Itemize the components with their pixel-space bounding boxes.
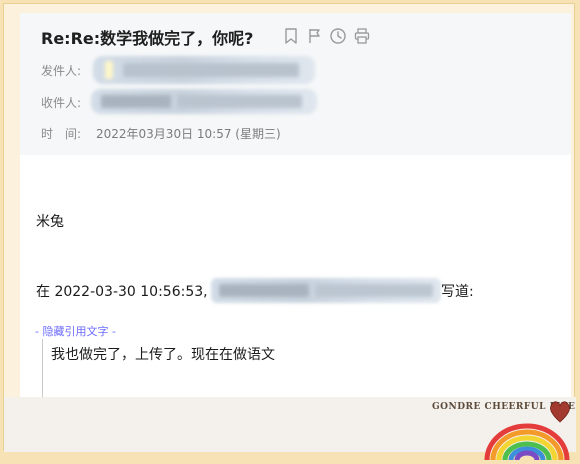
window-frame: Re:Re:数学我做完了，你呢? 发件人: 收件人: 时 间: 2022年03月… <box>3 3 576 461</box>
email-date: 2022年03月30日 10:57 (星期三) <box>96 127 281 141</box>
flag-icon[interactable] <box>306 27 324 45</box>
greeting-text: 米兔 <box>36 214 64 230</box>
email-header: Re:Re:数学我做完了，你呢? 发件人: 收件人: 时 间: 2022年03月… <box>20 13 571 155</box>
quote-divider <box>42 339 43 399</box>
quoted-text: 我也做完了，上传了。现在在做语文 <box>51 347 275 363</box>
email-subject: Re:Re:数学我做完了，你呢? <box>41 29 254 48</box>
quote-intro-suffix: 写道: <box>441 284 474 300</box>
hide-quote-link[interactable]: - 隐藏引用文字 - <box>35 323 116 339</box>
heart-icon <box>548 398 572 424</box>
rainbow-icon <box>482 422 572 461</box>
to-label: 收件人: <box>41 96 82 110</box>
clock-icon[interactable] <box>329 27 347 45</box>
quoted-sender-redacted <box>211 278 441 303</box>
from-label: 发件人: <box>41 64 82 78</box>
sender-redacted <box>93 56 315 84</box>
time-label: 时 间: <box>41 127 82 141</box>
bookmark-icon[interactable] <box>282 27 300 45</box>
recipient-redacted <box>91 89 317 114</box>
quote-intro-prefix: 在 2022-03-30 10:56:53, <box>36 284 208 300</box>
email-card: Re:Re:数学我做完了，你呢? 发件人: 收件人: 时 间: 2022年03月… <box>20 13 571 399</box>
print-icon[interactable] <box>353 27 371 45</box>
